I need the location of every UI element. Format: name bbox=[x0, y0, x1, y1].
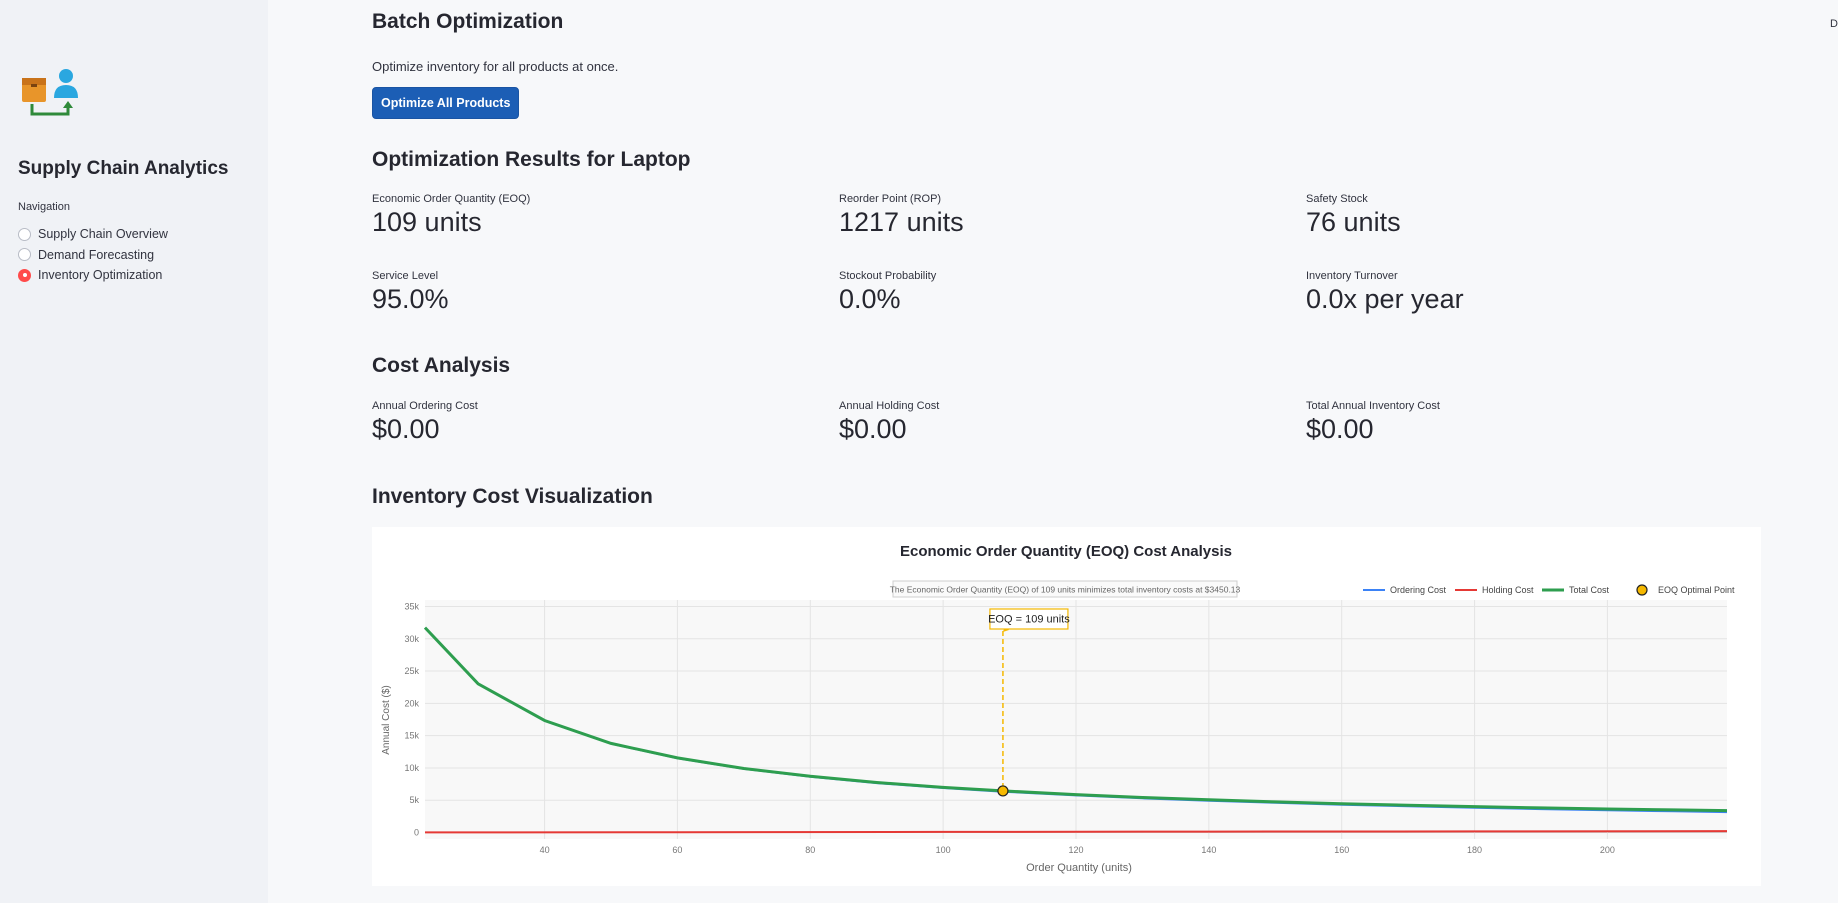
legend-label: Total Cost bbox=[1569, 585, 1610, 595]
eoq-annotation-label: EOQ = 109 units bbox=[988, 614, 1070, 626]
metric-label: Total Annual Inventory Cost bbox=[1306, 400, 1440, 412]
y-tick-label: 20k bbox=[404, 698, 419, 708]
x-axis-ticks: 40 60 80 100 120 140 160 180 200 bbox=[540, 845, 1615, 855]
radio-selected-icon[interactable] bbox=[18, 268, 31, 282]
metric-total-annual-inventory-cost: Total Annual Inventory Cost $0.00 bbox=[1306, 400, 1440, 445]
app-title: Supply Chain Analytics bbox=[18, 158, 229, 179]
x-tick-label: 100 bbox=[936, 845, 951, 855]
metric-value: $0.00 bbox=[839, 414, 907, 444]
nav-item-label: Demand Forecasting bbox=[38, 247, 155, 262]
y-axis-ticks: 0 5k 10k 15k 20k 25k 30k 35k bbox=[404, 601, 419, 837]
eoq-optimal-point bbox=[997, 785, 1009, 797]
chart-legend: Ordering Cost Holding Cost Total Cost EOQ O… bbox=[1363, 584, 1735, 596]
x-tick-label: 120 bbox=[1068, 845, 1083, 855]
batch-optimization-heading: Batch Optimization bbox=[372, 10, 564, 33]
x-axis-title: Order Quantity (units) bbox=[1026, 862, 1132, 874]
legend-label: Holding Cost bbox=[1482, 585, 1534, 595]
nav-item-inventory-optimization[interactable]: Inventory Optimization bbox=[18, 265, 168, 286]
nav-item-supply-chain-overview[interactable]: Supply Chain Overview bbox=[18, 224, 168, 245]
metric-annual-ordering-cost: Annual Ordering Cost $0.00 bbox=[372, 400, 478, 445]
y-tick-label: 5k bbox=[409, 795, 419, 805]
eoq-cost-chart[interactable]: Economic Order Quantity (EOQ) Cost Analy… bbox=[372, 527, 1761, 886]
eoq-chart-card: Economic Order Quantity (EOQ) Cost Analy… bbox=[372, 527, 1761, 886]
x-tick-label: 160 bbox=[1334, 845, 1349, 855]
metric-label: Reorder Point (ROP) bbox=[839, 193, 942, 205]
metric-label: Annual Ordering Cost bbox=[372, 400, 478, 412]
metric-service-level: Service Level 95.0% bbox=[372, 270, 449, 315]
metric-stockout-probability: Stockout Probability 0.0% bbox=[839, 270, 936, 315]
x-tick-label: 140 bbox=[1201, 845, 1216, 855]
metric-value: 0.0% bbox=[839, 284, 901, 314]
y-tick-label: 30k bbox=[404, 634, 419, 644]
metric-label: Inventory Turnover bbox=[1306, 270, 1398, 282]
legend-swatch bbox=[1636, 584, 1648, 596]
legend-label: Ordering Cost bbox=[1390, 585, 1447, 595]
metric-value: 109 units bbox=[372, 207, 482, 237]
metric-value: $0.00 bbox=[1306, 414, 1374, 444]
radio-icon[interactable] bbox=[18, 227, 31, 241]
chart-title: Economic Order Quantity (EOQ) Cost Analy… bbox=[900, 543, 1232, 560]
corner-truncated-text: D bbox=[1830, 18, 1838, 30]
radio-icon[interactable] bbox=[18, 248, 31, 262]
x-tick-label: 60 bbox=[672, 845, 682, 855]
navigation-radio-group: Supply Chain Overview Demand Forecasting… bbox=[18, 224, 168, 286]
optimize-all-products-button[interactable]: Optimize All Products bbox=[372, 87, 520, 119]
metric-label: Service Level bbox=[372, 270, 439, 282]
metric-label: Safety Stock bbox=[1306, 193, 1368, 205]
x-tick-label: 180 bbox=[1467, 845, 1482, 855]
metric-reorder-point: Reorder Point (ROP) 1217 units bbox=[839, 193, 964, 238]
x-tick-label: 80 bbox=[805, 845, 815, 855]
batch-description: Optimize inventory for all products at o… bbox=[372, 59, 619, 74]
y-tick-label: 35k bbox=[404, 601, 419, 611]
inventory-cost-visualization-heading: Inventory Cost Visualization bbox=[372, 485, 653, 508]
cost-analysis-heading: Cost Analysis bbox=[372, 354, 511, 377]
metric-label: Stockout Probability bbox=[839, 270, 937, 282]
metric-inventory-turnover: Inventory Turnover 0.0x per year bbox=[1306, 270, 1464, 315]
nav-item-demand-forecasting[interactable]: Demand Forecasting bbox=[18, 245, 168, 266]
nav-item-label: Inventory Optimization bbox=[38, 268, 163, 283]
legend-label: EOQ Optimal Point bbox=[1658, 585, 1735, 595]
metric-eoq: Economic Order Quantity (EOQ) 109 units bbox=[372, 193, 530, 238]
y-tick-label: 0 bbox=[414, 828, 419, 838]
metric-safety-stock: Safety Stock 76 units bbox=[1306, 193, 1401, 238]
metric-annual-holding-cost: Annual Holding Cost $0.00 bbox=[839, 400, 939, 445]
nav-item-label: Supply Chain Overview bbox=[38, 227, 168, 242]
y-tick-label: 15k bbox=[404, 731, 419, 741]
y-axis-title: Annual Cost ($) bbox=[381, 685, 392, 754]
metric-label: Economic Order Quantity (EOQ) bbox=[372, 193, 531, 205]
navigation-label: Navigation bbox=[18, 201, 70, 213]
chart-subtitle: The Economic Order Quantity (EOQ) of 109… bbox=[890, 585, 1241, 595]
metric-value: 76 units bbox=[1306, 207, 1401, 237]
y-tick-label: 25k bbox=[404, 666, 419, 676]
sidebar: Supply Chain Analytics Navigation Supply… bbox=[0, 0, 268, 903]
metric-value: 0.0x per year bbox=[1306, 284, 1464, 314]
metric-value: 95.0% bbox=[372, 284, 449, 314]
y-tick-label: 10k bbox=[404, 763, 419, 773]
metric-value: $0.00 bbox=[372, 414, 440, 444]
metric-label: Annual Holding Cost bbox=[839, 400, 940, 412]
metric-value: 1217 units bbox=[839, 207, 964, 237]
x-tick-label: 40 bbox=[540, 845, 550, 855]
optimization-results-heading: Optimization Results for Laptop bbox=[372, 148, 691, 171]
holding-cost-line bbox=[424, 830, 1728, 834]
x-tick-label: 200 bbox=[1600, 845, 1615, 855]
supply-chain-logo-icon bbox=[22, 69, 78, 116]
